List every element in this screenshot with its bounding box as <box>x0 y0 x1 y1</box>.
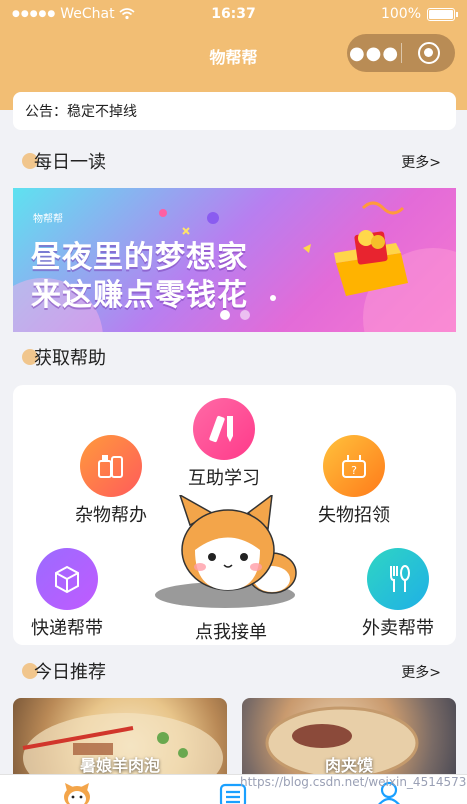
more-link-daily[interactable]: 更多> <box>401 152 441 172</box>
notice-text: 公告：稳定不掉线 <box>25 104 137 120</box>
recommend-list: 暑娘羊肉泡 肉夹馍 <box>0 698 467 778</box>
service-lost-found[interactable]: ? 失物招领 <box>318 435 390 527</box>
notice-bar: 公告：稳定不掉线 <box>13 92 456 130</box>
ruler-pencil-icon <box>193 398 255 460</box>
recommend-card[interactable]: 肉夹馍 <box>242 698 456 778</box>
banner-headline-2: 来这赚点零钱花 <box>31 278 248 313</box>
banner-carousel[interactable]: 物帮帮 昼夜里的梦想家 来这赚点零钱花 <box>13 188 456 332</box>
gift-box-icon <box>334 230 408 296</box>
service-label: 杂物帮办 <box>75 505 147 526</box>
service-express[interactable]: 快递帮带 <box>31 548 103 640</box>
battery-label: 100% <box>380 6 421 22</box>
pager-dot-active[interactable] <box>220 310 230 320</box>
corgi-home-icon <box>64 783 90 804</box>
service-label: 快递帮带 <box>31 618 103 639</box>
package-icon <box>36 548 98 610</box>
service-label: 失物招领 <box>318 505 390 526</box>
banner-brand: 物帮帮 <box>33 214 63 225</box>
section-get-help: 获取帮助 <box>0 342 467 372</box>
service-errands[interactable]: 杂物帮办 <box>75 435 147 527</box>
more-menu-button[interactable]: ●●● <box>347 43 401 64</box>
service-takeout[interactable]: 外卖帮带 <box>362 548 434 640</box>
section-title: 今日推荐 <box>34 662 106 683</box>
banner-pager <box>220 310 250 320</box>
grocery-icon <box>80 435 142 497</box>
section-daily-read: 每日一读 更多> <box>0 146 467 176</box>
service-label: 外卖帮带 <box>362 618 434 639</box>
question-bag-icon: ? <box>323 435 385 497</box>
more-link-recommend[interactable]: 更多> <box>401 662 441 682</box>
record-icon <box>417 42 440 64</box>
service-study[interactable]: 互助学习 <box>188 398 260 490</box>
close-mini-program-button[interactable] <box>402 42 455 64</box>
bottom-tab-bar: https://blog.csdn.net/weixin_45145739 <box>0 774 467 804</box>
status-bar: ●●●●● WeChat 16:37 100% <box>0 6 467 26</box>
section-title: 获取帮助 <box>34 348 106 369</box>
corgi-mascot-button[interactable] <box>140 495 310 620</box>
section-today-recommend: 今日推荐 更多> <box>0 656 467 686</box>
recommend-card[interactable]: 暑娘羊肉泡 <box>13 698 227 778</box>
fork-spoon-icon <box>367 548 429 610</box>
watermark-text: https://blog.csdn.net/weixin_45145739 <box>240 775 467 789</box>
battery-icon <box>427 7 458 21</box>
tab-home[interactable] <box>60 781 94 804</box>
svg-text:?: ? <box>351 464 357 477</box>
more-dots-icon: ●●● <box>348 42 400 64</box>
service-label: 互助学习 <box>188 468 260 489</box>
recommend-label: 肉夹馍 <box>324 756 373 775</box>
recommend-label: 暑娘羊肉泡 <box>79 756 160 775</box>
mini-program-capsule: ●●● <box>347 34 455 72</box>
section-title: 每日一读 <box>34 152 106 173</box>
pager-dot[interactable] <box>240 310 250 320</box>
accept-order-label[interactable]: 点我接单 <box>195 618 267 644</box>
